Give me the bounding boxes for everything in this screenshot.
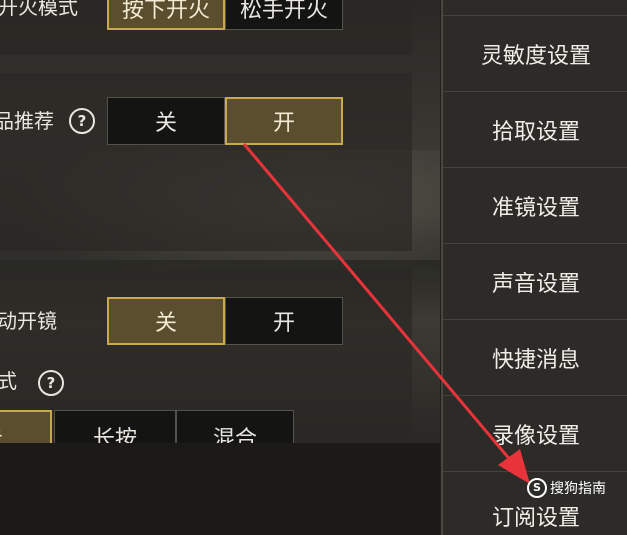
watermark-text: 搜狗指南 (550, 481, 606, 497)
arrow-head (498, 449, 530, 484)
game-settings-screen: 开火模式 按下开火 松手开火 品推荐 ? 关 开 动开镜 关 开 式 ? 击 长… (0, 0, 627, 535)
watermark-logo: S (527, 478, 547, 498)
annotation-arrow (242, 143, 530, 484)
arrow-shaft (242, 143, 514, 463)
watermark: S 搜狗指南 (527, 478, 606, 498)
